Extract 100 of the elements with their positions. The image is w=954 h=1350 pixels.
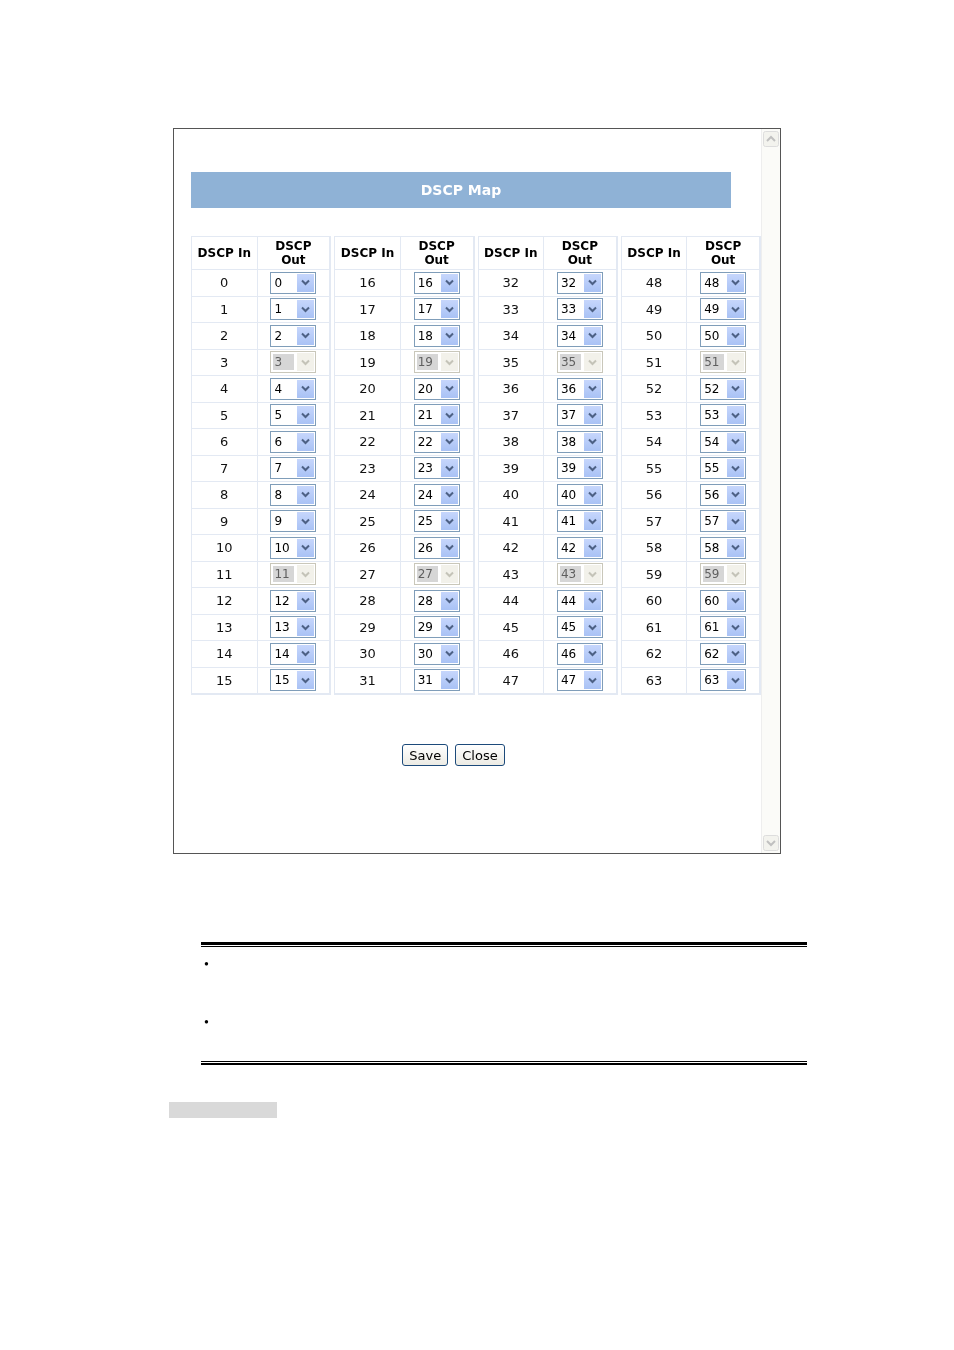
- chevron-down-icon: [731, 385, 741, 393]
- table-cell: 7: [192, 455, 258, 482]
- dropdown[interactable]: 36: [556, 377, 603, 400]
- dropdown[interactable]: 46: [556, 642, 603, 665]
- dropdown[interactable]: 37: [556, 404, 603, 427]
- table-cell: 20: [335, 376, 401, 403]
- dropdown[interactable]: 32: [556, 271, 603, 294]
- chevron-down-icon: [301, 385, 311, 393]
- dropdown[interactable]: 15: [270, 669, 317, 692]
- dropdown[interactable]: 63: [700, 669, 747, 692]
- dropdown[interactable]: 7: [270, 457, 317, 480]
- dropdown[interactable]: 18: [413, 324, 460, 347]
- chevron-down-icon: [444, 544, 454, 552]
- dropdown[interactable]: 21: [413, 404, 460, 427]
- dropdown[interactable]: 1: [270, 298, 317, 321]
- table-cell: 15: [192, 667, 258, 694]
- dropdown[interactable]: 16: [413, 271, 460, 294]
- chevron-down-icon: [444, 491, 454, 499]
- dropdown[interactable]: 48: [700, 271, 747, 294]
- column-header: DSCP Out: [400, 237, 474, 270]
- dropdown[interactable]: 9: [270, 510, 317, 533]
- scroll-up-icon[interactable]: [763, 131, 779, 147]
- chevron-down-icon: [587, 517, 597, 525]
- table-cell: 50: [621, 323, 688, 350]
- dropdown[interactable]: 60: [700, 589, 747, 612]
- table-cell: 13: [192, 614, 258, 641]
- dropdown[interactable]: 28: [413, 589, 460, 612]
- table-cell: 57: [621, 508, 688, 535]
- dropdown[interactable]: 13: [270, 616, 317, 639]
- table-cell: 55: [621, 455, 688, 482]
- save-button[interactable]: Save: [402, 744, 449, 766]
- dropdown[interactable]: 22: [413, 430, 460, 453]
- dropdown[interactable]: 2: [270, 324, 317, 347]
- dropdown[interactable]: 41: [556, 510, 603, 533]
- table-cell: 28: [335, 588, 401, 615]
- table-cell: 19: [335, 349, 401, 376]
- chevron-down-icon: [587, 676, 597, 684]
- table-cell: 47: [478, 667, 544, 694]
- dropdown[interactable]: 17: [413, 298, 460, 321]
- dropdown[interactable]: 0: [270, 271, 317, 294]
- table-cell: 9: [192, 508, 258, 535]
- chevron-down-icon: [731, 517, 741, 525]
- chevron-down-icon: [444, 438, 454, 446]
- column-header: DSCP Out: [687, 237, 760, 270]
- dropdown[interactable]: 23: [413, 457, 460, 480]
- dropdown[interactable]: 44: [556, 589, 603, 612]
- dropdown[interactable]: 6: [270, 430, 317, 453]
- dropdown[interactable]: 25: [413, 510, 460, 533]
- dropdown[interactable]: 50: [700, 324, 747, 347]
- table-cell: 61: [621, 614, 688, 641]
- chevron-down-icon: [731, 570, 741, 578]
- dropdown[interactable]: 40: [556, 483, 603, 506]
- dropdown[interactable]: 55: [700, 457, 747, 480]
- dropdown[interactable]: 5: [270, 404, 317, 427]
- dropdown[interactable]: 42: [556, 536, 603, 559]
- dropdown[interactable]: 62: [700, 642, 747, 665]
- dropdown[interactable]: 31: [413, 669, 460, 692]
- table-cell: 62: [621, 641, 688, 668]
- dropdown[interactable]: 56: [700, 483, 747, 506]
- table-cell: 33: [478, 296, 544, 323]
- dropdown[interactable]: 53: [700, 404, 747, 427]
- table-cell: 2: [192, 323, 258, 350]
- chevron-down-icon: [587, 544, 597, 552]
- dropdown[interactable]: 8: [270, 483, 317, 506]
- chevron-down-icon: [731, 438, 741, 446]
- dropdown[interactable]: 24: [413, 483, 460, 506]
- dropdown[interactable]: 39: [556, 457, 603, 480]
- scroll-down-icon[interactable]: [763, 835, 779, 851]
- table-cell: 39: [478, 455, 544, 482]
- chevron-down-icon: [301, 517, 311, 525]
- column-header: DSCP In: [192, 237, 258, 270]
- dropdown[interactable]: 52: [700, 377, 747, 400]
- dropdown[interactable]: 54: [700, 430, 747, 453]
- chevron-down-icon: [301, 411, 311, 419]
- dropdown[interactable]: 38: [556, 430, 603, 453]
- dropdown[interactable]: 26: [413, 536, 460, 559]
- dropdown[interactable]: 10: [270, 536, 317, 559]
- dropdown[interactable]: 29: [413, 616, 460, 639]
- dropdown[interactable]: 45: [556, 616, 603, 639]
- dropdown[interactable]: 49: [700, 298, 747, 321]
- dropdown[interactable]: 58: [700, 536, 747, 559]
- dropdown[interactable]: 34: [556, 324, 603, 347]
- table-cell: 45: [478, 614, 544, 641]
- table-cell: 59: [621, 561, 688, 588]
- close-button[interactable]: Close: [455, 744, 505, 766]
- dropdown[interactable]: 20: [413, 377, 460, 400]
- table-cell: 4: [192, 376, 258, 403]
- table-cell: 46: [478, 641, 544, 668]
- chevron-down-icon: [444, 385, 454, 393]
- dropdown[interactable]: 61: [700, 616, 747, 639]
- dropdown[interactable]: 47: [556, 669, 603, 692]
- chevron-down-icon: [587, 464, 597, 472]
- chevron-down-icon: [731, 305, 741, 313]
- dropdown[interactable]: 12: [270, 589, 317, 612]
- table-cell: 16: [335, 270, 401, 297]
- dropdown[interactable]: 14: [270, 642, 317, 665]
- dropdown[interactable]: 30: [413, 642, 460, 665]
- dropdown[interactable]: 33: [556, 298, 603, 321]
- dropdown[interactable]: 57: [700, 510, 747, 533]
- dropdown[interactable]: 4: [270, 377, 317, 400]
